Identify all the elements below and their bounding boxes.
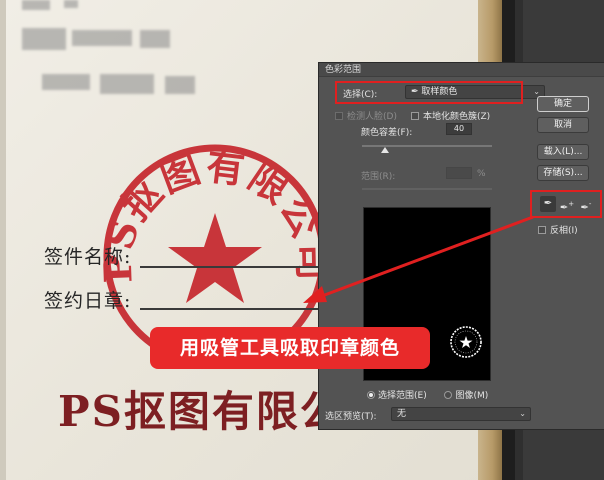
date-label: 签约日章: <box>44 290 132 312</box>
select-highlight-box <box>335 81 523 104</box>
blurred-text <box>64 0 78 8</box>
fuzziness-input[interactable]: 40 <box>446 123 472 135</box>
blurred-text <box>22 0 50 10</box>
selection-preview-value: 无 <box>397 409 407 419</box>
range-unit: % <box>477 169 486 179</box>
invert-label: 反相(I) <box>550 226 578 236</box>
selection-preview-label: 选区预览(T): <box>325 412 377 422</box>
preview-seal-mask <box>450 326 482 358</box>
cancel-button[interactable]: 取消 <box>537 117 589 133</box>
range-input[interactable] <box>446 167 472 179</box>
eyedropper-highlight-box <box>530 190 602 218</box>
invert-checkbox[interactable] <box>538 226 546 234</box>
selection-radio-label: 选择范围(E) <box>378 391 427 401</box>
preview-mode-options: 选择范围(E) 图像(M) <box>367 388 488 401</box>
localized-clusters-row[interactable]: 本地化颜色簇(Z) <box>411 109 490 122</box>
blurred-text <box>100 74 154 94</box>
selection-radio[interactable] <box>367 391 375 399</box>
blurred-text <box>140 30 170 48</box>
blurred-text <box>165 76 195 94</box>
load-button[interactable]: 载入(L)... <box>537 144 589 160</box>
range-slider <box>362 188 492 190</box>
selection-preview-dropdown[interactable]: 无 ⌄ <box>391 407 531 421</box>
fuzziness-label: 颜色容差(F): <box>361 128 413 138</box>
save-button[interactable]: 存储(S)... <box>537 165 589 181</box>
selection-preview-row: 选区预览(T): 无 ⌄ <box>325 407 531 422</box>
invert-row[interactable]: 反相(I) <box>538 223 578 236</box>
paper-shadow <box>0 0 6 480</box>
blurred-text <box>42 74 90 90</box>
image-radio-label: 图像(M) <box>455 391 489 401</box>
detect-faces-label: 检测人脸(D) <box>347 112 397 122</box>
detect-faces-row[interactable]: 检测人脸(D) <box>335 109 397 122</box>
blurred-text <box>22 28 66 50</box>
blurred-text <box>72 30 132 46</box>
date-line <box>140 308 318 310</box>
localized-clusters-label: 本地化颜色簇(Z) <box>423 112 491 122</box>
range-label: 范围(R): <box>361 172 396 182</box>
signer-line <box>140 266 318 268</box>
dialog-title: 色彩范围 <box>319 63 604 77</box>
annotation-caption: 用吸管工具吸取印章颜色 <box>150 327 430 369</box>
color-range-dialog: 色彩范围 选择(C): ✒ 取样颜色 ⌄ 检测人脸(D) 本地化颜色簇(Z) 颜… <box>318 62 604 430</box>
company-name-print: PS抠图有限公 <box>58 387 344 436</box>
image-radio[interactable] <box>444 391 453 399</box>
detect-faces-checkbox[interactable] <box>335 112 343 120</box>
ok-button[interactable]: 确定 <box>537 96 589 112</box>
chevron-down-icon: ⌄ <box>519 409 526 418</box>
signer-label: 签件名称: <box>44 246 132 268</box>
localized-clusters-checkbox[interactable] <box>411 112 419 120</box>
fuzziness-slider-thumb[interactable] <box>381 147 389 153</box>
